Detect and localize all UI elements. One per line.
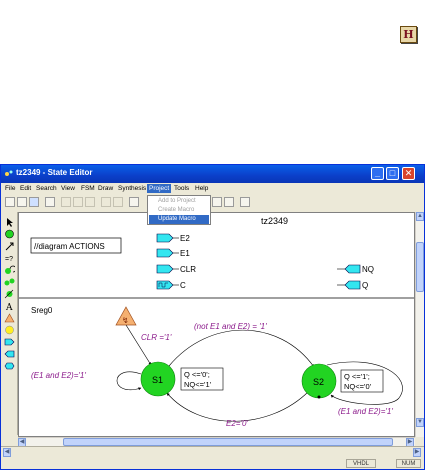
- redo-icon[interactable]: [113, 197, 123, 207]
- drawing-toolbar: =? A: [1, 212, 18, 435]
- menu-update-macro[interactable]: Update Macro: [149, 215, 209, 224]
- menu-add-to-project[interactable]: Add to Project: [149, 197, 209, 206]
- horizontal-scroll-thumb[interactable]: [63, 438, 393, 446]
- select-arrow-icon[interactable]: [4, 217, 15, 227]
- state-tool-icon[interactable]: [4, 229, 15, 239]
- output-q-label: Q: [362, 281, 368, 290]
- menu-tools[interactable]: Tools: [172, 184, 191, 193]
- output-nq-label: NQ: [362, 265, 374, 274]
- state-s1-name: S1: [152, 375, 163, 385]
- input-port-e1-icon[interactable]: [156, 248, 174, 258]
- print-icon[interactable]: [45, 197, 55, 207]
- state-transition-icon[interactable]: [4, 277, 15, 287]
- title-bar[interactable]: tz2349 - State Editor _ □ ✕: [1, 165, 424, 183]
- output-port-q-icon[interactable]: [344, 280, 361, 290]
- hierarchy-tool-icon[interactable]: [4, 325, 15, 335]
- input-e2-label: E2: [180, 234, 190, 243]
- menu-bar: File Edit Search View FSM Draw Synthesis…: [1, 183, 424, 195]
- paste-icon[interactable]: [85, 197, 95, 207]
- vertical-scrollbar[interactable]: ▲ ▼: [415, 212, 424, 437]
- minimize-button[interactable]: _: [371, 167, 384, 180]
- self-loop-s1-label: (E1 and E2)='1': [31, 371, 86, 380]
- state-s1-action-q: Q <='0';: [184, 370, 210, 379]
- output-bar: ◀ ▶: [1, 446, 424, 458]
- cut-icon[interactable]: [61, 197, 71, 207]
- vertical-scroll-thumb[interactable]: [416, 242, 424, 292]
- input-port-e2-icon[interactable]: [156, 233, 174, 243]
- state-editor-window: tz2349 - State Editor _ □ ✕ File Edit Se…: [0, 164, 425, 470]
- hdl-document-icon[interactable]: H: [400, 26, 417, 43]
- save-icon[interactable]: [29, 197, 39, 207]
- transition-tool-icon[interactable]: [4, 241, 15, 251]
- menu-fsm[interactable]: FSM: [79, 184, 97, 193]
- reset-tool-icon[interactable]: [4, 313, 15, 323]
- transition-s2-s1[interactable]: [166, 390, 310, 422]
- state-s2-name: S2: [313, 377, 324, 387]
- close-button[interactable]: ✕: [402, 167, 415, 180]
- self-loop-s2-label: (E1 and E2)='1': [338, 407, 393, 416]
- scroll-down-icon[interactable]: ▼: [416, 418, 424, 427]
- zoom-icon[interactable]: [224, 197, 234, 207]
- status-bar: VHDL NUM: [1, 458, 424, 469]
- state-s1-action-nq: NQ<='1': [184, 380, 212, 389]
- maximize-button[interactable]: □: [386, 167, 399, 180]
- menu-view[interactable]: View: [59, 184, 77, 193]
- state-s2-action-nq: NQ<='0': [344, 382, 372, 391]
- hdl-icon-glyph: H: [403, 28, 414, 41]
- new-file-icon[interactable]: [5, 197, 15, 207]
- svg-text:A: A: [5, 303, 13, 311]
- output-port-tool-icon[interactable]: [4, 349, 15, 359]
- menu-file[interactable]: File: [3, 184, 17, 193]
- menu-search[interactable]: Search: [34, 184, 59, 193]
- copy-icon[interactable]: [73, 197, 83, 207]
- svg-text:=?: =?: [5, 256, 13, 263]
- input-port-tool-icon[interactable]: [4, 337, 15, 347]
- menu-edit[interactable]: Edit: [18, 184, 33, 193]
- port-tool-icon[interactable]: [212, 197, 222, 207]
- transition-s2-s1-label: E2='0': [226, 419, 248, 428]
- input-c-label: C: [180, 281, 186, 290]
- state-s2-action-q: Q <='1';: [344, 372, 370, 381]
- sreg-label: Sreg0: [31, 306, 53, 315]
- transition-s1-s2[interactable]: [168, 329, 315, 368]
- input-e1-label: E1: [180, 249, 190, 258]
- input-port-clr-icon[interactable]: [156, 264, 174, 274]
- reset-glyph: ↯: [122, 316, 129, 325]
- assign-tool-icon[interactable]: =?: [4, 253, 15, 263]
- project-dropdown: Add to Project Create Macro Update Macro: [147, 195, 211, 225]
- menu-help[interactable]: Help: [193, 184, 210, 193]
- diagram-canvas[interactable]: tz2349 //diagram ACTIONS E2 E1 CLR C NQ …: [18, 212, 415, 437]
- menu-project[interactable]: Project: [147, 184, 172, 193]
- status-language: VHDL: [346, 459, 376, 468]
- junction-tool-icon[interactable]: [4, 289, 15, 299]
- diagram-title: tz2349: [261, 216, 288, 226]
- text-tool-icon[interactable]: A: [4, 301, 15, 311]
- undo-icon[interactable]: [101, 197, 111, 207]
- self-loop-tool-icon[interactable]: [4, 265, 15, 275]
- menu-draw[interactable]: Draw: [96, 184, 115, 193]
- output-scroll-right-icon[interactable]: ▶: [413, 448, 421, 457]
- transition-s1-s2-label: (not E1 and E2) = '1': [194, 322, 267, 331]
- scroll-up-icon[interactable]: ▲: [416, 212, 424, 221]
- self-loop-s1[interactable]: [116, 371, 142, 391]
- inout-port-tool-icon[interactable]: [4, 361, 15, 371]
- output-scroll-left-icon[interactable]: ◀: [3, 448, 11, 457]
- reset-condition-label: CLR ='1': [141, 333, 172, 342]
- input-clr-label: CLR: [180, 265, 196, 274]
- menu-synthesis[interactable]: Synthesis: [116, 184, 148, 193]
- open-folder-icon[interactable]: [17, 197, 27, 207]
- output-port-nq-icon[interactable]: [344, 264, 361, 274]
- status-num-lock: NUM: [396, 459, 421, 468]
- grid-icon[interactable]: [129, 197, 139, 207]
- menu-create-macro[interactable]: Create Macro: [149, 206, 209, 215]
- help-bulb-icon[interactable]: [240, 197, 250, 207]
- app-icon: [5, 170, 13, 176]
- window-title: tz2349 - State Editor: [16, 168, 93, 177]
- diagram-actions-label: //diagram ACTIONS: [34, 242, 105, 251]
- horizontal-scrollbar[interactable]: ◀ ▶: [18, 437, 415, 447]
- main-toolbar: [1, 196, 424, 210]
